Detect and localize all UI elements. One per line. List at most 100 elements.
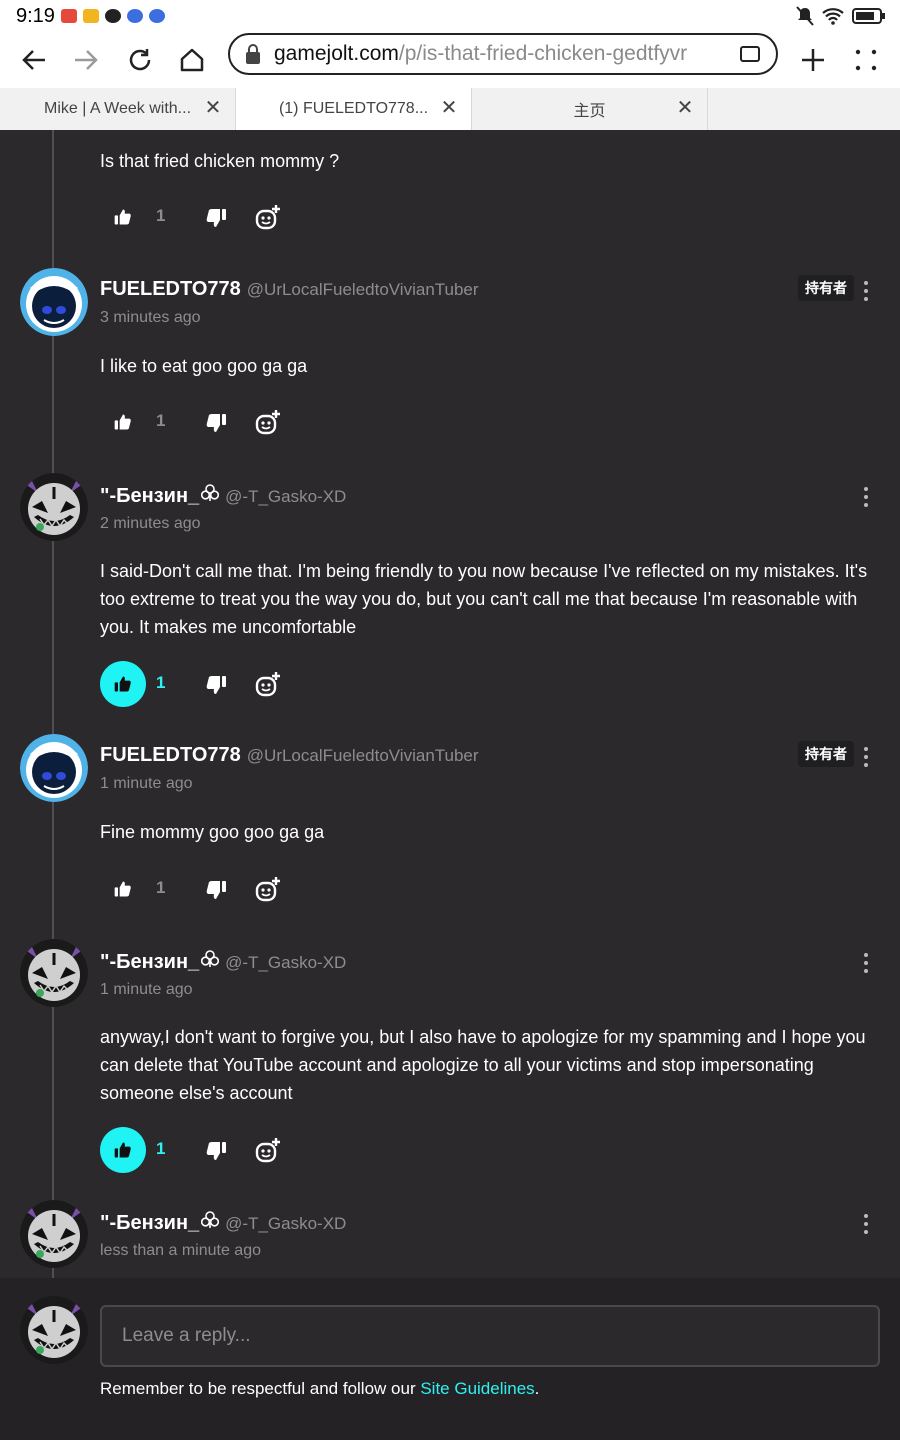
owner-badge: 持有者 <box>798 741 854 767</box>
wifi-icon <box>822 8 844 25</box>
thumbs-up-icon <box>113 674 133 694</box>
tab-title: Mike | A Week with... <box>43 100 192 117</box>
like-count: 1 <box>156 878 166 897</box>
comment-time[interactable]: 2 minutes ago <box>100 515 201 533</box>
comment-time[interactable]: less than a minute ago <box>100 1242 261 1260</box>
more-options-icon[interactable] <box>856 745 876 769</box>
browser-toolbar: gamejolt.com/p/is-that-fried-chicken-ged… <box>0 32 900 88</box>
club-icon <box>201 1211 219 1229</box>
address-bar[interactable]: gamejolt.com/p/is-that-fried-chicken-ged… <box>228 33 778 75</box>
tab-title: 主页 <box>573 103 606 120</box>
thumbs-down-icon[interactable] <box>204 878 228 902</box>
status-bar: 9:19 <box>0 0 900 32</box>
home-icon[interactable] <box>172 40 212 80</box>
thumbs-down-icon[interactable] <box>204 206 228 230</box>
more-options-icon[interactable] <box>856 1212 876 1236</box>
thumbs-up-icon <box>113 879 133 899</box>
reply-icon[interactable] <box>254 408 282 436</box>
comment-author[interactable]: "-Бензин_ <box>100 951 199 974</box>
comment-thread: Is that fried chicken mommy ? 1 FUELEDTO… <box>0 130 900 1278</box>
reload-icon[interactable] <box>120 40 160 80</box>
avatar <box>20 1296 88 1364</box>
comment-author[interactable]: "-Бензин_ <box>100 485 199 508</box>
comment-actions: 1 <box>100 866 300 912</box>
like-button[interactable] <box>100 661 146 707</box>
status-time: 9:19 <box>16 5 55 27</box>
like-count: 1 <box>156 411 166 430</box>
comment-handle[interactable]: @UrLocalFueledtoVivianTuber <box>247 280 479 300</box>
more-options-icon[interactable] <box>856 951 876 975</box>
avatar[interactable] <box>20 473 88 541</box>
tab-strip: Mike | A Week with... ✕ (1) FUELEDTO778.… <box>0 88 900 130</box>
club-icon <box>201 484 219 502</box>
comment-time[interactable]: 3 minutes ago <box>100 309 201 327</box>
avatar[interactable] <box>20 1200 88 1268</box>
comment-handle[interactable]: @UrLocalFueledtoVivianTuber <box>247 746 479 766</box>
battery-icon <box>852 8 885 24</box>
comment-actions: 1 <box>100 399 300 445</box>
comment-text: Is that fried chicken mommy ? <box>100 151 340 171</box>
close-icon[interactable]: ✕ <box>675 98 695 118</box>
url-host: gamejolt.com <box>274 42 399 65</box>
lock-icon <box>246 44 260 64</box>
back-arrow-icon[interactable] <box>14 40 54 80</box>
mail-notification-icon <box>83 9 99 23</box>
reply-icon[interactable] <box>254 670 282 698</box>
qq-notification-icon <box>105 9 121 23</box>
tab-title: (1) FUELEDTO778... <box>278 100 429 117</box>
avatar[interactable] <box>20 268 88 336</box>
close-icon[interactable]: ✕ <box>439 98 459 118</box>
thumbs-up-icon <box>113 207 133 227</box>
tab-home[interactable]: 主页 ✕ <box>472 88 708 130</box>
comment-text: Fine mommy goo goo ga ga <box>100 822 325 842</box>
close-icon[interactable]: ✕ <box>203 98 223 118</box>
reply-icon[interactable] <box>254 1136 282 1164</box>
new-tab-icon[interactable] <box>793 40 833 80</box>
thumbs-down-icon[interactable] <box>204 1139 228 1163</box>
guidelines-suffix: . <box>534 1379 540 1398</box>
paw-notification-icon <box>127 9 143 23</box>
comment-text: I like to eat goo goo ga ga <box>100 356 308 376</box>
mute-bell-icon <box>796 6 814 26</box>
like-count: 1 <box>156 1139 166 1158</box>
reply-input[interactable] <box>100 1305 880 1367</box>
avatar[interactable] <box>20 939 88 1007</box>
comment-handle[interactable]: @-T_Gasko-XD <box>225 953 346 973</box>
comment-handle[interactable]: @-T_Gasko-XD <box>225 1214 346 1234</box>
like-count: 1 <box>156 206 166 225</box>
more-options-icon[interactable] <box>856 485 876 509</box>
tab-mike[interactable]: Mike | A Week with... ✕ <box>0 88 236 130</box>
thumbs-down-icon[interactable] <box>204 673 228 697</box>
guidelines-text: Remember to be respectful and follow our <box>100 1379 421 1398</box>
comment-text: I said-Don't call me that. I'm being fri… <box>100 561 868 637</box>
comment-handle[interactable]: @-T_Gasko-XD <box>225 487 346 507</box>
like-button[interactable] <box>100 399 146 445</box>
comment-time[interactable]: 1 minute ago <box>100 981 193 999</box>
comment-actions: 1 <box>100 661 300 707</box>
comment-time[interactable]: 1 minute ago <box>100 775 193 793</box>
guidelines-note: Remember to be respectful and follow our… <box>100 1379 539 1399</box>
owner-badge: 持有者 <box>798 275 854 301</box>
like-button[interactable] <box>100 1127 146 1173</box>
thumbs-down-icon[interactable] <box>204 411 228 435</box>
like-button[interactable] <box>100 866 146 912</box>
like-button[interactable] <box>100 194 146 240</box>
desktop-mode-icon[interactable] <box>740 46 760 62</box>
reply-icon[interactable] <box>254 203 282 231</box>
avatar[interactable] <box>20 734 88 802</box>
app-notification-icon <box>61 9 77 23</box>
comment-author[interactable]: "-Бензин_ <box>100 1212 199 1235</box>
comment-text: anyway,I don't want to forgive you, but … <box>100 1027 866 1103</box>
site-guidelines-link[interactable]: Site Guidelines <box>420 1379 534 1398</box>
comment-author[interactable]: FUELEDTO778 <box>100 744 241 767</box>
thumbs-up-icon <box>113 1140 133 1160</box>
comment-author[interactable]: FUELEDTO778 <box>100 278 241 301</box>
paw-notification-icon <box>149 9 165 23</box>
like-count: 1 <box>156 673 166 692</box>
reply-icon[interactable] <box>254 875 282 903</box>
notification-icons <box>61 9 165 23</box>
menu-dots-icon[interactable] <box>846 40 886 80</box>
forward-arrow-icon[interactable] <box>66 40 106 80</box>
tab-fueledto778[interactable]: (1) FUELEDTO778... ✕ <box>236 88 472 130</box>
more-options-icon[interactable] <box>856 279 876 303</box>
